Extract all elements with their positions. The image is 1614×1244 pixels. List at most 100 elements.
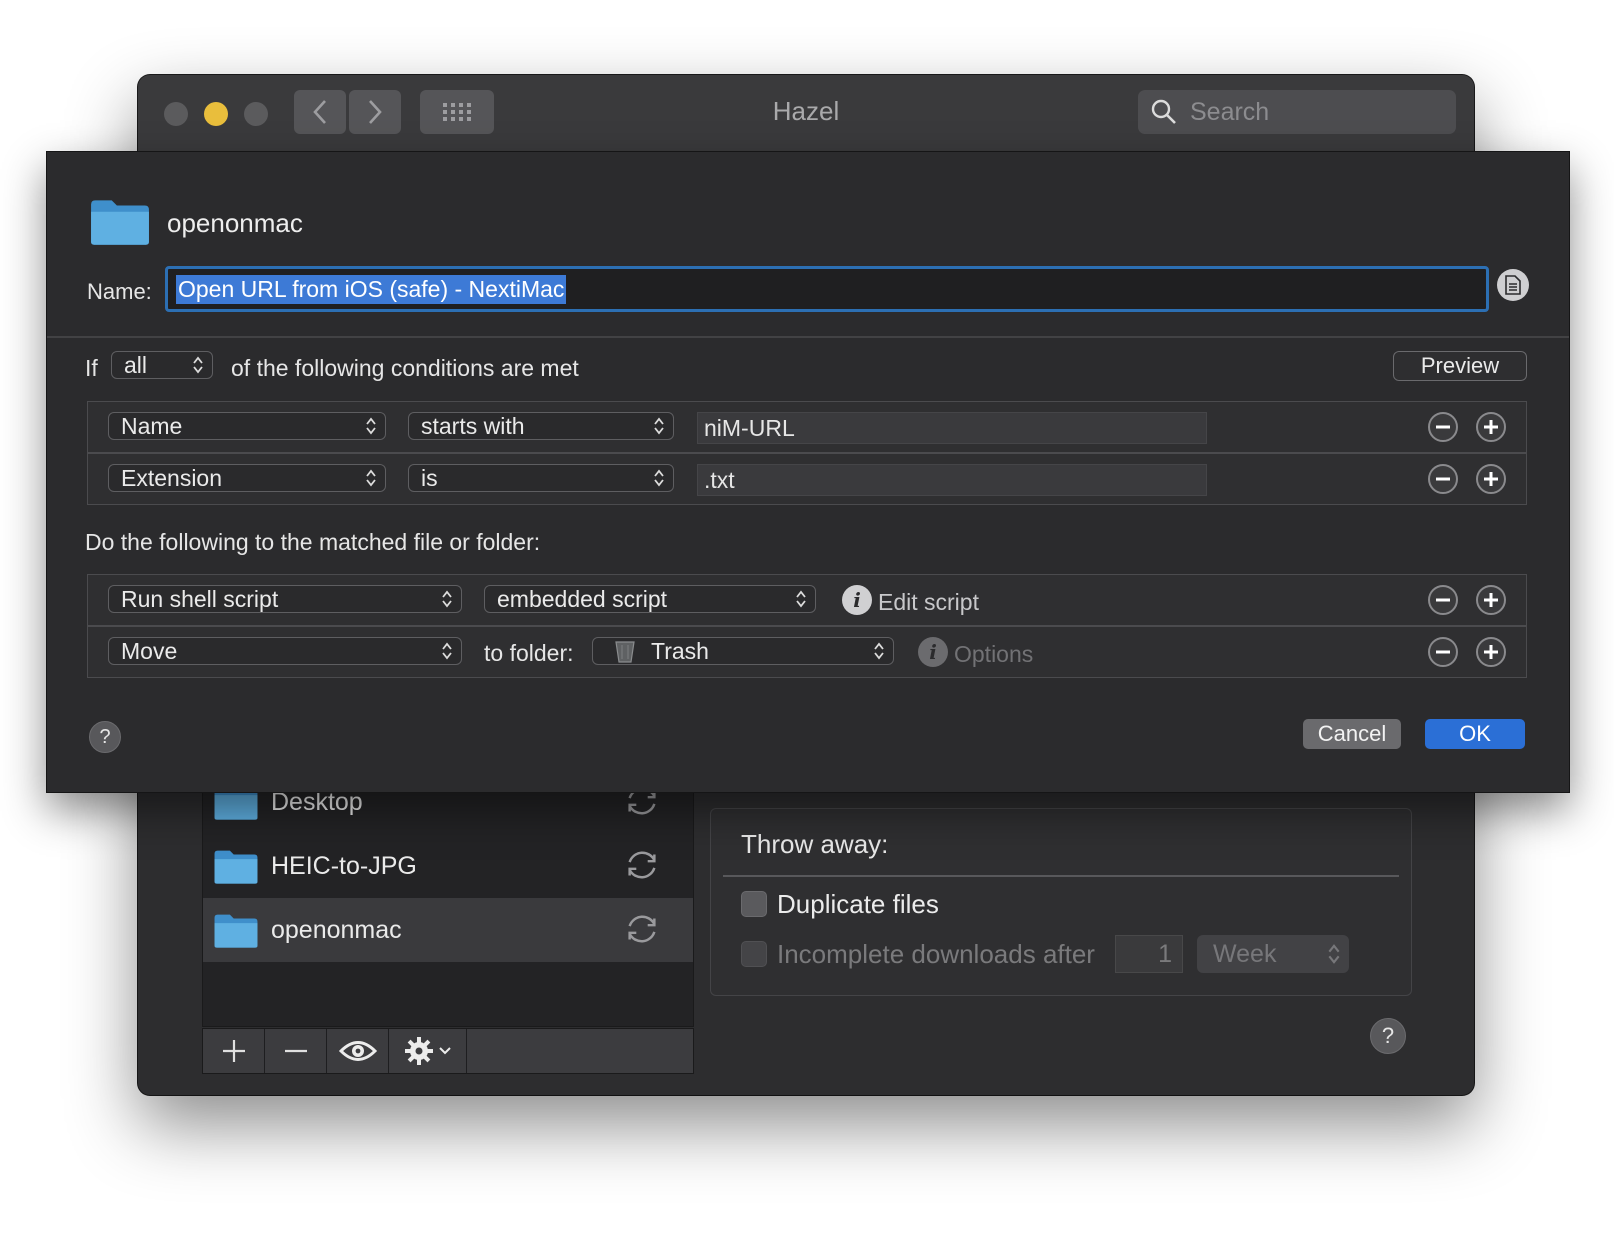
minus-icon <box>1436 477 1450 481</box>
plus-icon <box>1484 472 1498 486</box>
script-source-select[interactable]: embedded script <box>484 585 816 613</box>
minus-icon <box>284 1049 307 1053</box>
duplicate-files-label: Duplicate files <box>777 889 939 919</box>
add-condition-button[interactable] <box>1476 464 1506 494</box>
minus-icon <box>1436 598 1450 602</box>
cancel-button[interactable]: Cancel <box>1303 719 1401 749</box>
condition-operator-value: starts with <box>421 412 525 439</box>
folder-label: HEIC-to-JPG <box>271 851 417 880</box>
condition-attribute-select[interactable]: Extension <box>108 464 386 492</box>
remove-condition-button[interactable] <box>1428 464 1458 494</box>
gear-menu-button[interactable] <box>389 1029 467 1073</box>
rule-name-field[interactable]: Open URL from iOS (safe) - NextiMac <box>165 266 1489 312</box>
chevron-down-icon <box>438 1047 451 1055</box>
condition-operator-select[interactable]: is <box>408 464 674 492</box>
minus-icon <box>1436 650 1450 654</box>
divider <box>88 625 1526 627</box>
rule-name-label: Name: <box>87 279 152 304</box>
sync-icon <box>623 910 661 948</box>
add-action-button[interactable] <box>1476 585 1506 615</box>
help-button[interactable]: ? <box>1370 1018 1406 1054</box>
throw-away-panel: Throw away: Duplicate files Incomplete d… <box>710 808 1412 996</box>
duplicate-files-checkbox[interactable] <box>741 891 767 917</box>
search-placeholder: Search <box>1190 97 1270 126</box>
condition-attribute-value: Extension <box>121 464 223 491</box>
plus-icon <box>1484 593 1498 607</box>
condition-value-field[interactable]: niM-URL <box>697 412 1207 444</box>
incomplete-downloads-label: Incomplete downloads after <box>777 939 1095 969</box>
info-icon: i <box>918 637 948 667</box>
eye-icon <box>338 1041 377 1061</box>
target-folder-select[interactable]: Trash <box>592 637 894 665</box>
ok-button[interactable]: OK <box>1425 719 1525 749</box>
sheet-help-button[interactable]: ? <box>89 721 121 753</box>
trash-icon <box>615 641 635 663</box>
match-mode-select[interactable]: all <box>111 351 213 379</box>
incomplete-downloads-checkbox[interactable] <box>741 941 767 967</box>
add-folder-button[interactable] <box>203 1029 265 1073</box>
to-folder-label: to folder: <box>484 640 574 666</box>
actions-label: Do the following to the matched file or … <box>85 529 541 555</box>
folder-row-openonmac[interactable]: openonmac <box>203 898 693 962</box>
updown-arrows-icon <box>653 468 665 488</box>
folder-list-toolbar <box>202 1028 694 1074</box>
rule-folder-name: openonmac <box>167 208 303 238</box>
plus-icon <box>222 1040 245 1062</box>
updown-arrows-icon <box>365 416 377 436</box>
updown-arrows-icon <box>365 468 377 488</box>
add-action-button[interactable] <box>1476 637 1506 667</box>
match-mode-value: all <box>124 351 148 378</box>
action-type-select[interactable]: Move <box>108 637 462 665</box>
condition-operator-select[interactable]: starts with <box>408 412 674 440</box>
folder-icon <box>89 196 151 246</box>
preview-button[interactable]: Preview <box>1393 351 1527 381</box>
add-condition-button[interactable] <box>1476 412 1506 442</box>
title-bar: Hazel Search <box>138 75 1474 154</box>
condition-value-field[interactable]: .txt <box>697 464 1207 496</box>
folder-icon <box>213 847 259 885</box>
preview-folder-button[interactable] <box>327 1029 389 1073</box>
conditions-label: of the following conditions are met <box>231 355 579 381</box>
rule-notes-button[interactable] <box>1497 269 1529 301</box>
remove-condition-button[interactable] <box>1428 412 1458 442</box>
condition-operator-value: is <box>421 464 438 491</box>
plus-icon <box>1484 645 1498 659</box>
rule-name-value: Open URL from iOS (safe) - NextiMac <box>176 274 567 304</box>
sync-icon <box>623 846 661 884</box>
incomplete-downloads-unit-select[interactable]: Week <box>1197 935 1349 973</box>
updown-arrows-icon <box>441 589 453 609</box>
minus-icon <box>1436 425 1450 429</box>
incomplete-downloads-count[interactable]: 1 <box>1115 935 1183 973</box>
updown-arrows-icon <box>653 416 665 436</box>
action-type-value: Run shell script <box>121 585 279 612</box>
plus-icon <box>1484 420 1498 434</box>
folder-label: openonmac <box>271 915 402 944</box>
folder-icon <box>213 911 259 949</box>
action-type-select[interactable]: Run shell script <box>108 585 462 613</box>
if-label: If <box>85 355 98 381</box>
updown-arrows-icon <box>441 641 453 661</box>
conditions-group: Name starts with niM-URL Extension is .t… <box>87 401 1527 505</box>
search-icon <box>1151 99 1176 124</box>
week-select-value: Week <box>1213 939 1277 968</box>
remove-action-button[interactable] <box>1428 637 1458 667</box>
updown-arrows-icon <box>795 589 807 609</box>
info-icon[interactable]: i <box>842 585 872 615</box>
updown-arrows-icon <box>873 641 885 661</box>
condition-attribute-select[interactable]: Name <box>108 412 386 440</box>
remove-folder-button[interactable] <box>265 1029 327 1073</box>
divider <box>47 336 1569 338</box>
actions-group: Run shell script embedded script i Edit … <box>87 574 1527 678</box>
search-field[interactable]: Search <box>1138 90 1456 134</box>
edit-script-link[interactable]: Edit script <box>878 589 979 616</box>
updown-arrows-icon <box>192 355 204 375</box>
divider <box>88 452 1526 454</box>
folder-list[interactable]: Desktop HEIC-to-JPG openonmac <box>202 775 694 1027</box>
divider <box>723 875 1399 877</box>
remove-action-button[interactable] <box>1428 585 1458 615</box>
gear-icon <box>404 1037 433 1065</box>
folder-row-heic-to-jpg[interactable]: HEIC-to-JPG <box>203 834 693 898</box>
document-icon <box>1505 275 1521 295</box>
condition-attribute-value: Name <box>121 412 183 439</box>
rule-editor-sheet: openonmac Name: Open URL from iOS (safe)… <box>46 151 1570 793</box>
